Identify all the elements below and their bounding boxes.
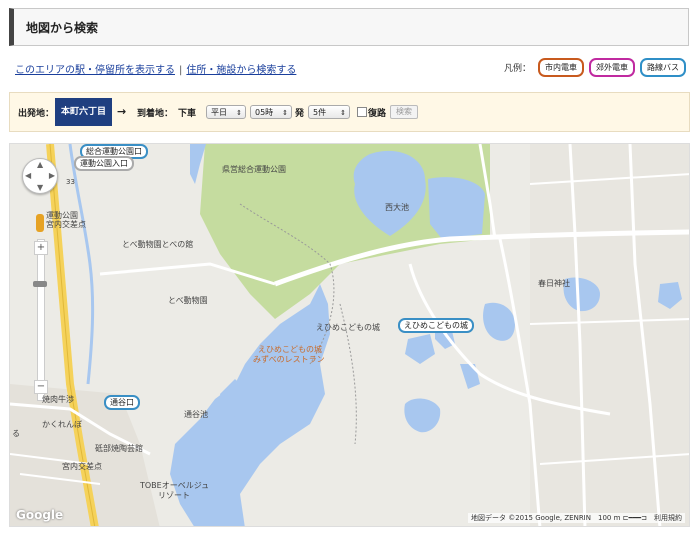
- pan-down-icon[interactable]: ▼: [37, 183, 43, 192]
- map-label-tobe-zoo: とべ動物園: [168, 296, 208, 305]
- map-label-miyauchi: 宮内交差点: [62, 462, 102, 471]
- map-label-ehime-kodomo: えひめこどもの城: [316, 323, 380, 332]
- map-label-yakiniku: 焼肉牛渉: [42, 395, 74, 404]
- count-select[interactable]: 5件 ⇕: [308, 105, 350, 119]
- map-label-nishi-pond: 西大池: [385, 203, 409, 212]
- legend-suburban-train: 郊外電車: [589, 58, 635, 77]
- zoom-in-button[interactable]: +: [34, 241, 48, 255]
- arrow-icon: →: [117, 105, 127, 118]
- departure-label: 出発地：: [18, 109, 55, 119]
- depart-suffix: 発: [295, 109, 305, 119]
- map-label-restaurant: みずべのレストラン: [253, 355, 325, 364]
- map-label-tobe-ceramic: 砥部焼陶芸館: [95, 444, 143, 453]
- day-select[interactable]: 平日 ⇕: [206, 105, 246, 119]
- map-label-park: 県営総合運動公園: [222, 165, 286, 174]
- link-separator: |: [179, 65, 183, 76]
- street-view-pegman-icon[interactable]: [36, 214, 44, 232]
- map-label-tobe-resort: リゾート: [158, 491, 190, 500]
- route-33-shield: 33: [66, 178, 75, 186]
- hour-select[interactable]: 05時 ⇕: [250, 105, 292, 119]
- hour-select-value: 05時: [255, 108, 274, 117]
- zoom-slider-track[interactable]: [37, 239, 45, 401]
- pan-up-icon[interactable]: ▲: [37, 160, 43, 169]
- pan-control[interactable]: ▲ ▼ ◀ ▶: [22, 158, 58, 194]
- map-label-tobe-zoo-lib: とべ動物園とべの館: [122, 240, 194, 249]
- chevron-down-icon: ⇕: [236, 109, 242, 117]
- legend-route-bus: 路線バス: [640, 58, 686, 77]
- map-label-tsuutani-pond: 通谷池: [184, 410, 208, 419]
- map-label-miyauchi-2: 宮内交差点: [46, 220, 86, 229]
- page-title-bar: 地図から検索: [9, 8, 689, 46]
- zoom-out-button[interactable]: −: [34, 380, 48, 394]
- map-label-kakurenbo: かくれんぼ: [42, 420, 82, 429]
- map-label-edge: る: [12, 429, 20, 438]
- map-label-kasuga-shrine: 春日神社: [538, 279, 570, 288]
- arrival-value: 下車: [178, 109, 197, 119]
- google-logo: Google: [16, 508, 64, 522]
- map-attribution[interactable]: 地図データ ©2015 Google, ZENRIN 100 m ⊏━━━⊐ 利…: [467, 513, 685, 523]
- chevron-down-icon: ⇕: [282, 109, 288, 117]
- legend-city-tram: 市内電車: [538, 58, 584, 77]
- bus-stop-ehime-kodomo[interactable]: えひめこどもの城: [398, 318, 474, 333]
- bus-stop-undou-park-iriguchi[interactable]: 運動公園入口: [74, 156, 134, 171]
- count-select-value: 5件: [313, 108, 327, 117]
- zoom-slider-thumb[interactable]: [33, 281, 47, 287]
- address-search-link[interactable]: 住所・施設から検索する: [186, 65, 296, 76]
- map-canvas: [10, 144, 689, 526]
- return-label: 復路: [368, 109, 387, 119]
- search-button[interactable]: 検索: [390, 105, 418, 119]
- return-checkbox[interactable]: [357, 107, 367, 117]
- departure-value[interactable]: 本町六丁目: [55, 98, 112, 126]
- search-form: 出発地： 本町六丁目 → 到着地： 下車 平日 ⇕ 05時 ⇕ 発 5件 ⇕ 復路 検…: [9, 92, 690, 132]
- show-stations-link[interactable]: このエリアの駅・停留所を表示する: [15, 65, 175, 76]
- bus-stop-tsuutani[interactable]: 通谷口: [104, 395, 140, 410]
- chevron-down-icon: ⇕: [340, 109, 346, 117]
- legend: 凡例： 市内電車 郊外電車 路線バス: [504, 58, 686, 77]
- pan-left-icon[interactable]: ◀: [25, 171, 31, 180]
- link-row: このエリアの駅・停留所を表示する | 住所・施設から検索する: [15, 61, 296, 76]
- pan-right-icon[interactable]: ▶: [49, 171, 55, 180]
- legend-label: 凡例：: [503, 64, 531, 74]
- arrival-label: 到着地：: [137, 109, 174, 119]
- map[interactable]: ▲ ▼ ◀ ▶ + − 県営総合運動公園 西大池 とべ動物園とべの館 とべ動物園…: [9, 143, 690, 527]
- day-select-value: 平日: [211, 108, 227, 117]
- page-title: 地図から検索: [26, 21, 99, 35]
